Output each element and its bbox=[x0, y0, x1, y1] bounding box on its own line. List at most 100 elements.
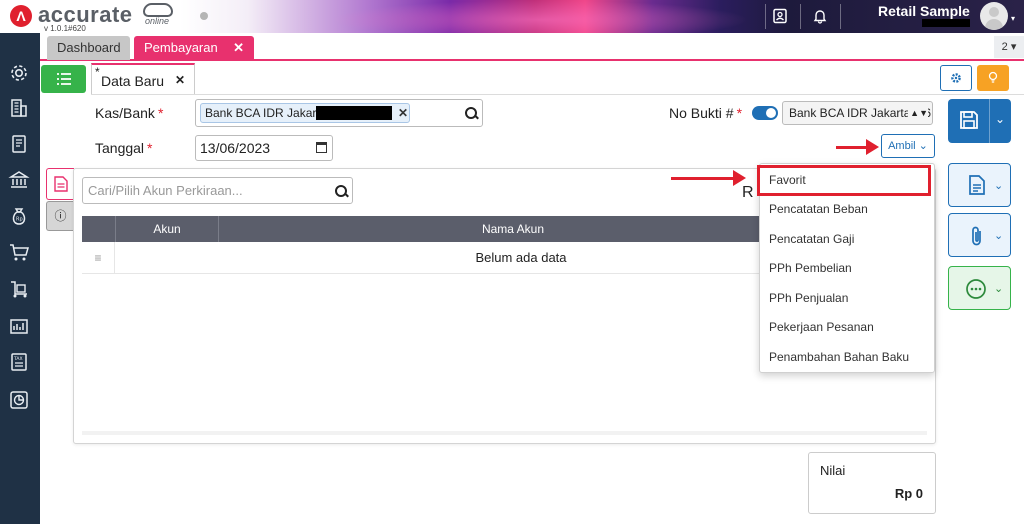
clear-icon[interactable]: ✕ bbox=[398, 104, 408, 122]
tanggal-value: 13/06/2023 bbox=[200, 140, 271, 156]
search-icon[interactable] bbox=[335, 185, 349, 199]
panel-footer bbox=[82, 431, 927, 435]
settings-button[interactable] bbox=[940, 65, 972, 91]
menu-item-penambahan-bahan-baku[interactable]: Penambahan Bahan Baku bbox=[760, 342, 936, 372]
divider bbox=[91, 94, 1024, 95]
nilai-label: Nilai bbox=[820, 463, 846, 478]
tax-icon[interactable]: TAX bbox=[8, 351, 30, 373]
chevron-down-icon[interactable]: ⌄ bbox=[994, 179, 1003, 192]
favorit-highlight-box bbox=[757, 165, 931, 196]
attachment-button[interactable]: ⌄ bbox=[948, 213, 1011, 257]
select-arrows-icon: ▲▼ bbox=[908, 102, 928, 124]
drag-handle-icon[interactable]: ≡ bbox=[82, 242, 115, 274]
close-icon[interactable]: ✕ bbox=[175, 73, 185, 87]
close-icon[interactable]: ✕ bbox=[233, 36, 244, 60]
save-button[interactable]: ⌄ bbox=[948, 99, 1011, 143]
accurate-logo-icon[interactable]: Λ bbox=[10, 5, 32, 27]
tanggal-label: Tanggal * bbox=[95, 140, 153, 156]
list-view-button[interactable] bbox=[41, 65, 86, 93]
header-divider bbox=[765, 4, 766, 29]
info-icon: ⓘ bbox=[54, 209, 67, 223]
tab-info[interactable]: ⓘ bbox=[46, 201, 74, 231]
building-icon[interactable] bbox=[8, 97, 30, 119]
company-name[interactable]: Retail Sample bbox=[878, 3, 970, 19]
header-divider bbox=[800, 4, 801, 29]
menu-item-pph-penjualan[interactable]: PPh Penjualan bbox=[760, 283, 936, 313]
menu-item-pencatatan-gaji[interactable]: Pencatatan Gaji bbox=[760, 224, 936, 254]
truck-icon[interactable] bbox=[8, 278, 30, 300]
nobukti-auto-toggle[interactable] bbox=[752, 106, 778, 120]
money-bag-icon[interactable]: Rp bbox=[8, 205, 30, 227]
open-tabs-dropdown[interactable]: 2 ▾ bbox=[994, 36, 1024, 58]
chevron-down-icon[interactable]: ⌄ bbox=[994, 282, 1003, 295]
notification-bell-icon[interactable] bbox=[812, 8, 828, 24]
kasbank-label: Kas/Bank * bbox=[95, 105, 163, 121]
tab-pembayaran-label: Pembayaran bbox=[144, 40, 218, 55]
more-dots-icon bbox=[966, 279, 986, 299]
chevron-down-icon[interactable]: ⌄ bbox=[995, 112, 1005, 126]
bank-icon[interactable] bbox=[8, 169, 30, 191]
annotation-arrow bbox=[836, 139, 879, 155]
lightbulb-icon bbox=[988, 71, 998, 83]
book-icon[interactable] bbox=[8, 133, 30, 155]
tab-dashboard[interactable]: Dashboard bbox=[47, 36, 130, 60]
more-options-button[interactable]: ⌄ bbox=[948, 266, 1011, 310]
nobukti-label-text: No Bukti # bbox=[669, 105, 734, 121]
kasbank-field[interactable]: Bank BCA IDR Jakarta ✕ bbox=[195, 99, 483, 127]
nobukti-label: No Bukti # * bbox=[669, 105, 742, 121]
annotation-arrow bbox=[671, 170, 746, 186]
document-icon bbox=[969, 175, 985, 195]
header-divider bbox=[840, 4, 841, 29]
gear-icon[interactable] bbox=[8, 62, 30, 84]
akun-search-input[interactable]: Cari/Pilih Akun Perkiraan... bbox=[82, 177, 353, 204]
column-header-akun[interactable]: Akun bbox=[115, 216, 218, 242]
top-bar: Λ accurate online v 1.0.1#620 Retail Sam… bbox=[0, 0, 1024, 33]
list-icon bbox=[56, 73, 71, 85]
required-marker: * bbox=[147, 140, 153, 156]
menu-item-pekerjaan-pesanan[interactable]: Pekerjaan Pesanan bbox=[760, 312, 936, 342]
main-sidebar: Rp TAX bbox=[0, 33, 40, 524]
tab-data-baru[interactable]: * Data Baru ✕ bbox=[91, 63, 195, 95]
report-icon[interactable] bbox=[8, 389, 30, 411]
column-header-drag bbox=[82, 216, 115, 242]
contact-book-icon[interactable] bbox=[772, 8, 788, 24]
akun-search-placeholder: Cari/Pilih Akun Perkiraan... bbox=[88, 183, 243, 198]
ambil-button[interactable]: Ambil ⌄ bbox=[881, 134, 935, 158]
logo-subtitle: online bbox=[145, 16, 170, 26]
save-main[interactable] bbox=[948, 99, 990, 143]
paperclip-icon bbox=[972, 226, 981, 246]
tips-button[interactable] bbox=[977, 65, 1009, 91]
tab-pembayaran[interactable]: Pembayaran ✕ bbox=[134, 36, 254, 60]
header-glow bbox=[330, 0, 750, 33]
nilai-value: Rp 0 bbox=[894, 486, 923, 501]
search-icon[interactable] bbox=[465, 107, 479, 121]
version-label: v 1.0.1#620 bbox=[44, 24, 86, 33]
open-tabs-count: 2 bbox=[1001, 41, 1008, 53]
cart-icon[interactable] bbox=[8, 241, 30, 263]
svg-text:Rp: Rp bbox=[16, 217, 23, 223]
module-tab-bar: Dashboard Pembayaran ✕ bbox=[40, 33, 1024, 61]
column-header-nama-akun[interactable]: Nama Akun bbox=[218, 216, 807, 242]
user-avatar[interactable] bbox=[980, 2, 1008, 30]
tab-detail-akun[interactable] bbox=[46, 168, 74, 200]
required-marker: * bbox=[157, 105, 164, 121]
nobukti-select[interactable]: Bank BCA IDR Jakarta (06 ▲▼ bbox=[782, 101, 933, 125]
document-icon bbox=[54, 176, 68, 192]
status-dot bbox=[200, 12, 208, 20]
svg-text:TAX: TAX bbox=[13, 356, 23, 362]
kasbank-selected-tag: Bank BCA IDR Jakarta ✕ bbox=[200, 103, 410, 123]
panel-heading-partial: R bbox=[742, 184, 754, 201]
kasbank-label-text: Kas/Bank bbox=[95, 105, 155, 121]
inventory-icon[interactable] bbox=[8, 315, 30, 337]
gear-icon bbox=[951, 73, 961, 83]
tanggal-field[interactable]: 13/06/2023 bbox=[195, 135, 333, 161]
menu-item-pph-pembelian[interactable]: PPh Pembelian bbox=[760, 253, 936, 283]
document-button[interactable]: ⌄ bbox=[948, 163, 1011, 207]
calendar-icon[interactable] bbox=[316, 142, 327, 153]
menu-item-pencatatan-beban[interactable]: Pencatatan Beban bbox=[760, 194, 936, 224]
redacted-user bbox=[922, 19, 970, 27]
chevron-down-icon[interactable]: ⌄ bbox=[994, 229, 1003, 242]
kasbank-value: Bank BCA IDR Jakarta bbox=[205, 106, 327, 120]
cloud-icon bbox=[143, 3, 173, 17]
chevron-down-icon[interactable]: ▾ bbox=[1011, 14, 1015, 23]
